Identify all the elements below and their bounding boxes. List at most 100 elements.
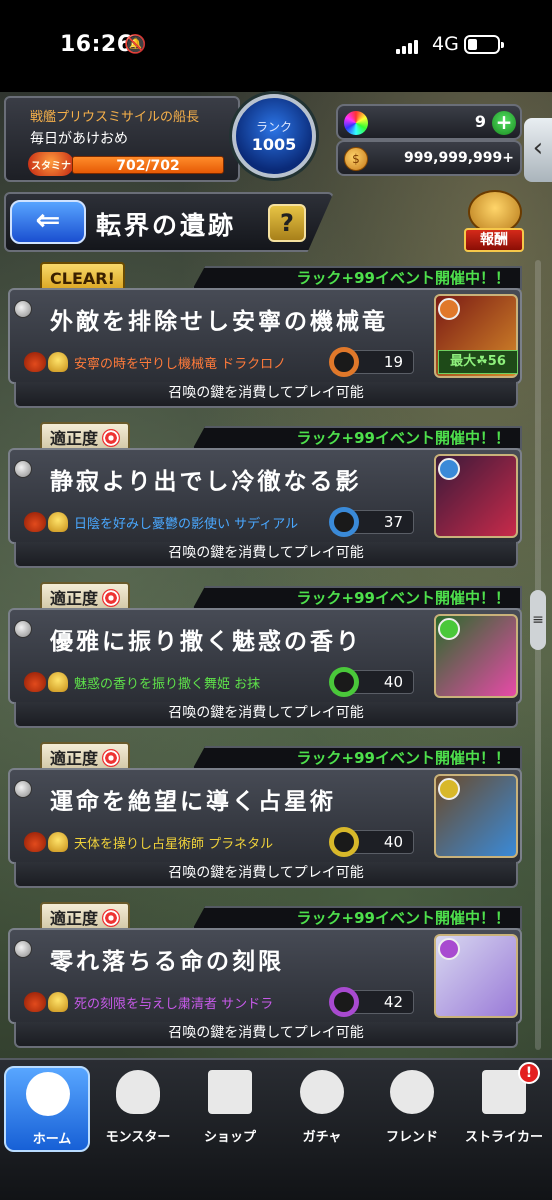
nav-home[interactable]: ホーム bbox=[4, 1066, 90, 1152]
monster-icon bbox=[116, 1070, 160, 1114]
play-condition: 召喚の鍵を消費してプレイ可能 bbox=[14, 542, 518, 568]
boss-row: 日陰を好みし憂鬱の影使い サディアル bbox=[24, 510, 298, 534]
key-icon bbox=[329, 827, 359, 857]
nav-label: ホーム bbox=[32, 1132, 72, 1147]
target-icon bbox=[102, 589, 121, 607]
key-counter: 40 bbox=[329, 827, 414, 857]
devil-icon bbox=[24, 352, 46, 372]
event-text: ラック+99イベント開催中！！ bbox=[296, 589, 510, 607]
nav-monster[interactable]: モンスター bbox=[92, 1066, 184, 1152]
boss-name: 天体を操りし占星術師 プラネタル bbox=[74, 836, 274, 852]
luck-event-banner: ラック+99イベント開催中！！ bbox=[192, 586, 522, 610]
key-count: 42 bbox=[383, 993, 403, 1011]
battery-icon bbox=[464, 35, 504, 54]
orb-count: 9 bbox=[474, 112, 486, 131]
back-button[interactable]: ⇐ bbox=[10, 200, 86, 244]
element-icon bbox=[438, 618, 460, 640]
bell-icon bbox=[48, 672, 68, 692]
gold-coin-icon: $ bbox=[344, 147, 368, 171]
nav-striker[interactable]: ! ストライカー bbox=[458, 1062, 550, 1152]
pin-icon bbox=[14, 780, 32, 798]
quest-body[interactable]: 静寂より出でし冷徹なる影 日陰を好みし憂鬱の影使い サディアル 37 bbox=[8, 448, 522, 544]
player-header: 戦艦プリウスミサイルの船長 毎日があけおめ スタミナ 702/702 ランク 1… bbox=[4, 94, 548, 186]
side-menu-tab[interactable]: ‹ bbox=[524, 118, 552, 182]
boss-name: 魅惑の香りを振り撒く舞姫 お抹 bbox=[74, 676, 261, 692]
quest-tag-label: CLEAR! bbox=[50, 269, 115, 288]
nav-label: モンスター bbox=[105, 1130, 171, 1145]
play-condition: 召喚の鍵を消費してプレイ可能 bbox=[14, 862, 518, 888]
reward-button[interactable]: 報酬 bbox=[464, 190, 524, 256]
quest-tag-label: 適正度 bbox=[50, 429, 99, 448]
boss-row: 天体を操りし占星術師 プラネタル bbox=[24, 830, 273, 854]
quest-tag-label: 適正度 bbox=[50, 589, 99, 608]
quest-card[interactable]: 適正度 ラック+99イベント開催中！！ 運命を絶望に導く占星術 天体を操りし占星… bbox=[8, 742, 522, 892]
play-condition: 召喚の鍵を消費してプレイ可能 bbox=[14, 702, 518, 728]
cart-icon bbox=[208, 1070, 252, 1114]
max-luck-label: 最大☘56 bbox=[438, 350, 518, 374]
key-count: 40 bbox=[383, 833, 403, 851]
quest-body[interactable]: 零れ落ちる命の刻限 死の刻限を与えし粛清者 サンドラ 42 bbox=[8, 928, 522, 1024]
quest-body[interactable]: 外敵を排除せし安寧の機械竜 安寧の時を守りし機械竜 ドラクロノ 19 最大☘56 bbox=[8, 288, 522, 384]
scroll-handle[interactable]: ≡ bbox=[530, 590, 546, 650]
key-counter: 42 bbox=[329, 987, 414, 1017]
quest-card[interactable]: 適正度 ラック+99イベント開催中！！ 零れ落ちる命の刻限 死の刻限を与えし粛清… bbox=[8, 902, 522, 1052]
target-icon bbox=[102, 909, 121, 927]
key-icon bbox=[329, 507, 359, 537]
scrollbar[interactable]: ≡ bbox=[530, 260, 546, 1050]
boss-row: 魅惑の香りを振り撒く舞姫 お抹 bbox=[24, 670, 260, 694]
egg-icon bbox=[300, 1070, 344, 1114]
friends-icon bbox=[390, 1070, 434, 1114]
nav-shop[interactable]: ショップ bbox=[184, 1066, 276, 1152]
luck-event-banner: ラック+99イベント開催中！！ bbox=[192, 906, 522, 930]
quest-body[interactable]: 優雅に振り撒く魅惑の香り 魅惑の香りを振り撒く舞姫 お抹 40 bbox=[8, 608, 522, 704]
nav-label: ストライカー bbox=[464, 1130, 543, 1145]
orb-icon bbox=[344, 111, 368, 135]
buy-orbs-button[interactable]: + bbox=[492, 111, 516, 135]
nav-gacha[interactable]: ガチャ bbox=[276, 1066, 368, 1152]
event-text: ラック+99イベント開催中！！ bbox=[296, 269, 510, 287]
quest-title: 優雅に振り撒く魅惑の香り bbox=[50, 629, 362, 655]
network-type: 4G bbox=[432, 33, 459, 55]
rank-label: ランク bbox=[255, 120, 292, 134]
boss-row: 安寧の時を守りし機械竜 ドラクロノ bbox=[24, 350, 286, 374]
quest-card[interactable]: 適正度 ラック+99イベント開催中！！ 優雅に振り撒く魅惑の香り 魅惑の香りを振… bbox=[8, 582, 522, 732]
bell-icon bbox=[48, 832, 68, 852]
key-icon bbox=[329, 987, 359, 1017]
quest-title: 外敵を排除せし安寧の機械竜 bbox=[50, 309, 388, 335]
stamina-value: 702/702 bbox=[116, 158, 180, 174]
event-text: ラック+99イベント開催中！！ bbox=[296, 429, 510, 447]
quest-title: 零れ落ちる命の刻限 bbox=[50, 949, 284, 975]
play-condition: 召喚の鍵を消費してプレイ可能 bbox=[14, 382, 518, 408]
player-name: 毎日があけおめ bbox=[30, 131, 128, 147]
quest-tag-label: 適正度 bbox=[50, 909, 99, 928]
luck-event-banner: ラック+99イベント開催中！！ bbox=[192, 266, 522, 290]
nav-label: ガチャ bbox=[302, 1130, 342, 1145]
page-title: 転界の遺跡 bbox=[96, 211, 237, 240]
quest-body[interactable]: 運命を絶望に導く占星術 天体を操りし占星術師 プラネタル 40 bbox=[8, 768, 522, 864]
bottom-nav: ホーム モンスター ショップ ガチャ フレンド ! ストライカー bbox=[0, 1058, 552, 1200]
gold-count: 999,999,999+ bbox=[403, 150, 514, 166]
signal-icon bbox=[396, 38, 418, 54]
notification-badge: ! bbox=[518, 1062, 540, 1084]
rank-badge[interactable]: ランク 1005 bbox=[232, 94, 316, 178]
pin-icon bbox=[14, 300, 32, 318]
quest-card[interactable]: 適正度 ラック+99イベント開催中！！ 静寂より出でし冷徹なる影 日陰を好みし憂… bbox=[8, 422, 522, 572]
boss-portrait bbox=[434, 934, 518, 1018]
player-info-panel[interactable]: 戦艦プリウスミサイルの船長 毎日があけおめ スタミナ 702/702 bbox=[4, 96, 240, 182]
nav-friend[interactable]: フレンド bbox=[366, 1066, 458, 1152]
boss-name: 安寧の時を守りし機械竜 ドラクロノ bbox=[74, 356, 287, 372]
quest-title: 運命を絶望に導く占星術 bbox=[50, 789, 336, 815]
element-icon bbox=[438, 458, 460, 480]
event-text: ラック+99イベント開催中！！ bbox=[296, 909, 510, 927]
pin-icon bbox=[14, 940, 32, 958]
quest-card[interactable]: CLEAR! ラック+99イベント開催中！！ 外敵を排除せし安寧の機械竜 安寧の… bbox=[8, 262, 522, 412]
boss-portrait bbox=[434, 774, 518, 858]
orb-counter[interactable]: 9 + bbox=[336, 104, 522, 140]
boss-name: 日陰を好みし憂鬱の影使い サディアル bbox=[74, 516, 299, 532]
element-icon bbox=[438, 938, 460, 960]
key-icon bbox=[329, 347, 359, 377]
boss-portrait bbox=[434, 454, 518, 538]
pin-icon bbox=[14, 460, 32, 478]
key-count: 19 bbox=[383, 353, 403, 371]
help-button[interactable]: ? bbox=[268, 204, 306, 242]
